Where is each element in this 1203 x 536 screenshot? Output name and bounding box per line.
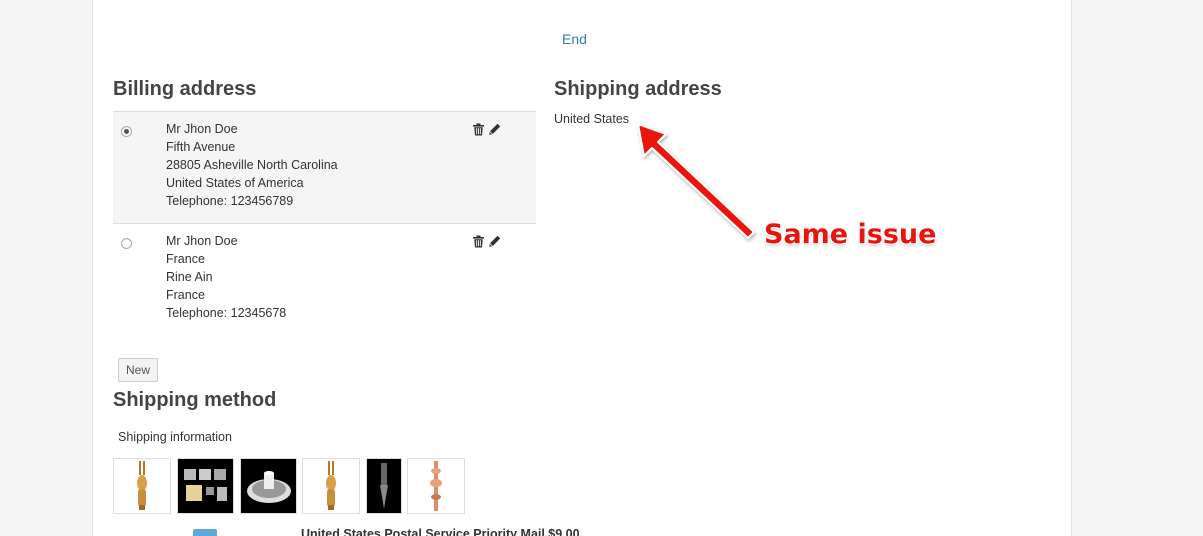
annotation-label: Same issue	[764, 219, 937, 250]
annotation-arrow-icon	[637, 123, 755, 239]
